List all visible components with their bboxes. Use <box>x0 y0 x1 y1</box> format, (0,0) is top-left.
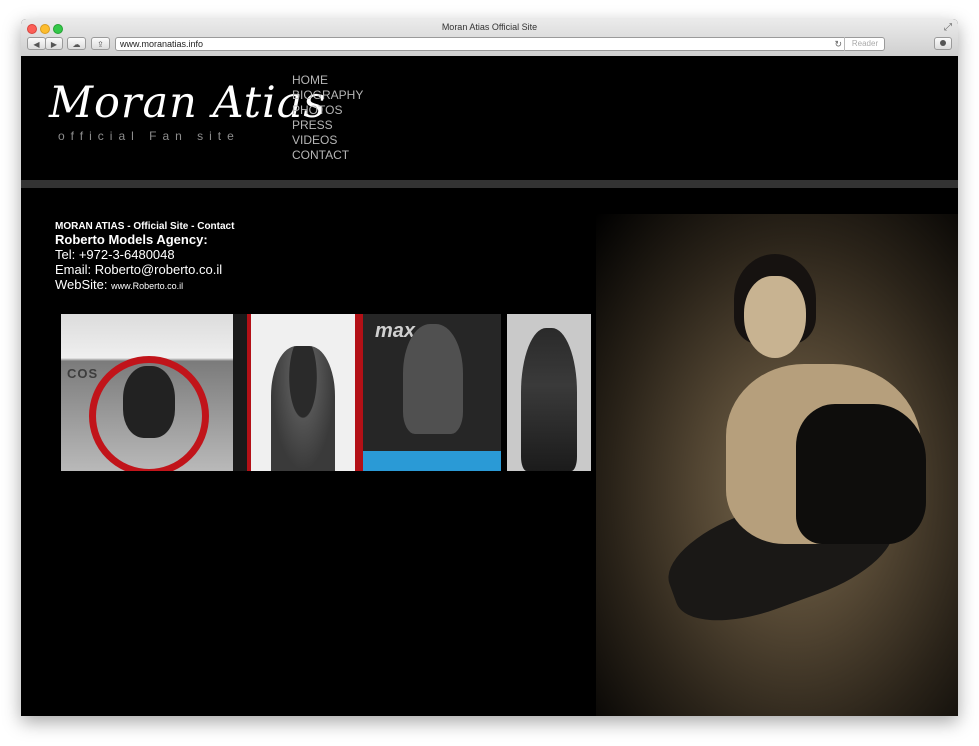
contact-tel: Tel: +972-3-6480048 <box>55 247 175 262</box>
forward-button[interactable]: ▶ <box>45 37 63 50</box>
header-divider <box>21 180 958 188</box>
page-content: Moran Atias official Fan site HOME BIOGR… <box>21 56 958 716</box>
press-collage-image[interactable]: COS max <box>61 314 591 471</box>
back-icon: ◀ <box>33 40 40 49</box>
website-link[interactable]: www.Roberto.co.il <box>111 281 183 291</box>
website-label: WebSite: <box>55 277 108 292</box>
forward-icon: ▶ <box>50 40 58 49</box>
url-input[interactable] <box>120 38 840 50</box>
icloud-tabs-button[interactable]: ☁ <box>67 37 86 50</box>
main-nav: HOME BIOGRAPHY PHOTOS PRESS VIDEOS CONTA… <box>292 73 363 163</box>
collage-portrait-panel <box>247 314 355 471</box>
reader-button[interactable]: Reader <box>844 37 885 51</box>
collage-scarf-panel <box>507 314 591 471</box>
nav-videos[interactable]: VIDEOS <box>292 133 363 148</box>
browser-window: Moran Atias Official Site ⤢ ◀ ▶ ☁ ⇪ ↻ Re… <box>21 19 958 716</box>
fullscreen-icon[interactable]: ⤢ <box>944 22 952 33</box>
photo-face <box>744 276 806 358</box>
photo-bodysuit <box>796 404 926 544</box>
share-button[interactable]: ⇪ <box>91 37 110 50</box>
window-title: Moran Atias Official Site <box>441 22 538 32</box>
site-logo[interactable]: Moran Atias <box>49 78 327 128</box>
collage-magazine-panel: max <box>363 314 501 471</box>
magazine-figure <box>403 324 463 434</box>
nav-home[interactable]: HOME <box>292 73 363 88</box>
contact-block: MORAN ATIAS - Official Site - Contact Ro… <box>55 221 234 294</box>
nav-press[interactable]: PRESS <box>292 118 363 133</box>
agency-name: Roberto Models Agency: <box>55 232 208 247</box>
contact-email: Email: Roberto@roberto.co.il <box>55 262 223 277</box>
red-ring-decoration <box>89 356 209 471</box>
share-icon: ⇪ <box>97 40 104 49</box>
downloads-icon <box>940 40 946 46</box>
downloads-button[interactable] <box>934 37 952 50</box>
nav-photos[interactable]: PHOTOS <box>292 103 363 118</box>
film-strip <box>233 314 247 471</box>
hero-photo <box>596 214 958 716</box>
portrait-figure <box>271 346 335 471</box>
red-strip <box>355 314 363 471</box>
nav-biography[interactable]: BIOGRAPHY <box>292 88 363 103</box>
reload-icon[interactable]: ↻ <box>834 38 842 50</box>
site-logo-subtitle: official Fan site <box>58 129 240 143</box>
address-bar[interactable]: ↻ Reader <box>115 37 885 51</box>
contact-website: WebSite: www.Roberto.co.il <box>55 277 234 294</box>
cover-masthead: COS <box>67 366 99 381</box>
icloud-icon: ☁ <box>72 40 81 49</box>
blue-band <box>363 451 501 471</box>
scarf-figure <box>521 328 577 471</box>
titlebar: Moran Atias Official Site ⤢ ◀ ▶ ☁ ⇪ ↻ Re… <box>21 19 958 57</box>
nav-contact[interactable]: CONTACT <box>292 148 363 163</box>
back-button[interactable]: ◀ <box>27 37 46 50</box>
collage-cover-panel: COS <box>61 314 233 471</box>
